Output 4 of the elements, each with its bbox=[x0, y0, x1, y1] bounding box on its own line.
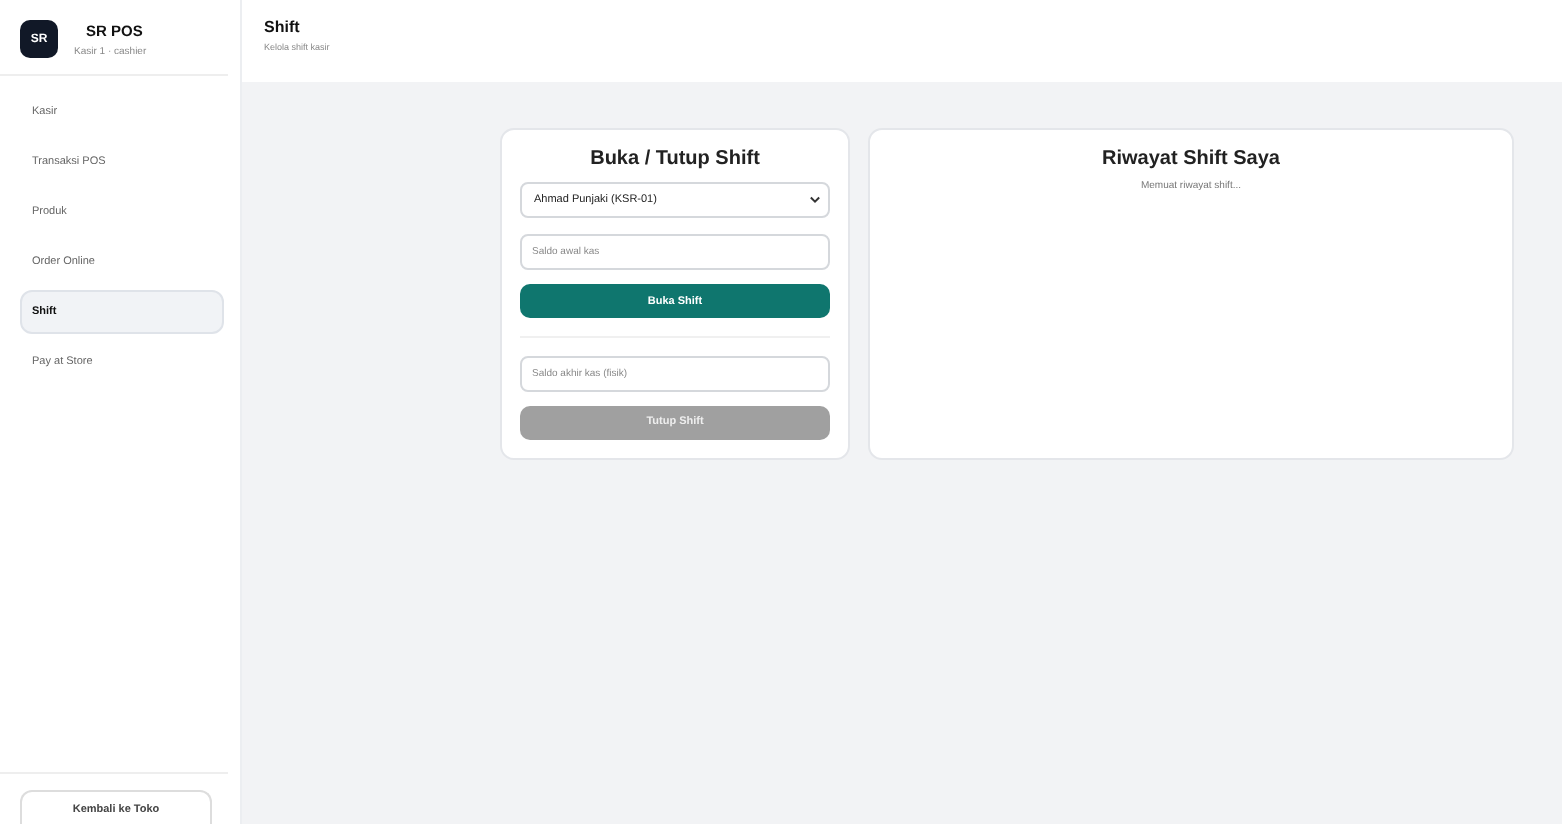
page-title: Shift bbox=[264, 18, 302, 36]
card-title: Riwayat Shift Saya bbox=[1102, 148, 1280, 170]
card-title: Buka / Tutup Shift bbox=[588, 148, 762, 170]
chevron-down-icon bbox=[810, 196, 820, 205]
